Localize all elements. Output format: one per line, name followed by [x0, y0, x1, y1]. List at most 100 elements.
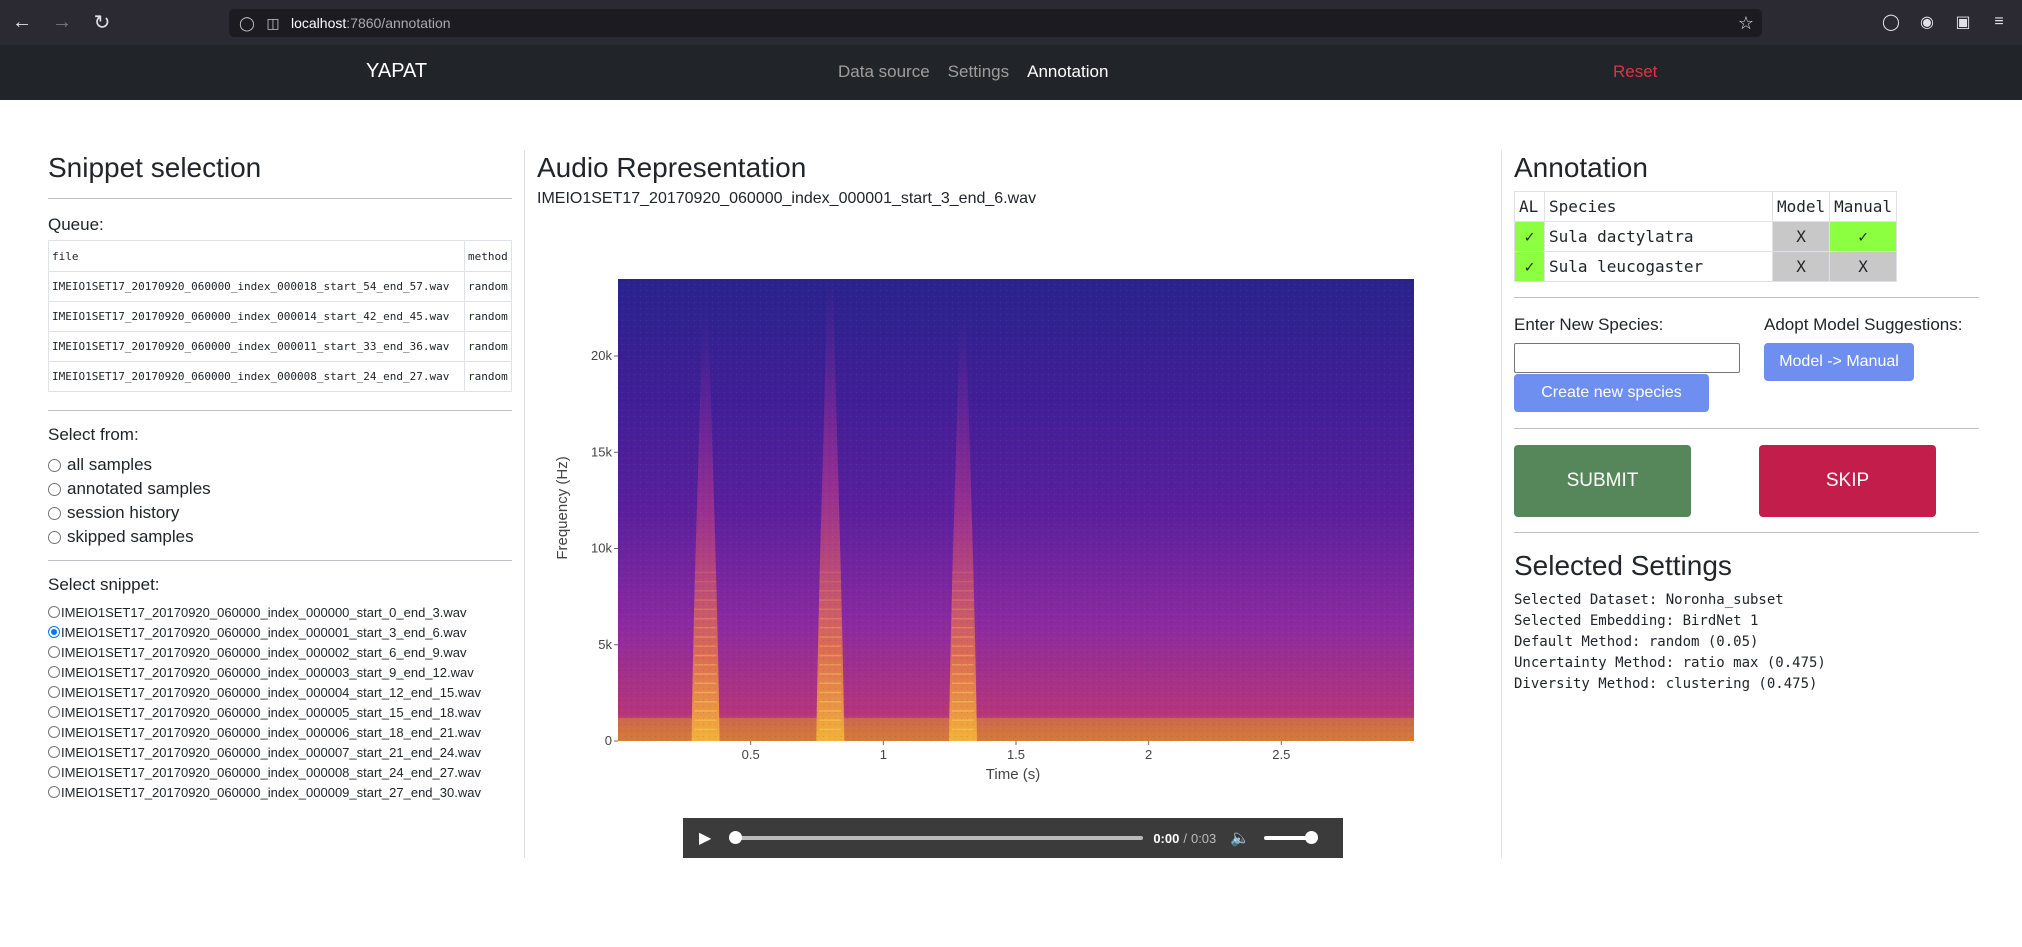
- queue-cell-file: IMEIO1SET17_20170920_060000_index_000011…: [48, 331, 465, 362]
- volume-slider[interactable]: [1264, 831, 1319, 844]
- settings-line: Default Method: random (0.05): [1514, 634, 1759, 650]
- snippet-selection-title: Snippet selection: [48, 152, 262, 183]
- snippet-option[interactable]: IMEIO1SET17_20170920_060000_index_000005…: [48, 702, 512, 722]
- selected-settings-title: Selected Settings: [1514, 550, 1732, 581]
- queue-cell-method: random: [464, 271, 512, 302]
- submit-button[interactable]: SUBMIT: [1514, 445, 1691, 517]
- select-from-label: Select from:: [48, 425, 139, 444]
- model-cell[interactable]: X: [1771, 251, 1831, 282]
- y-tick-label: 20k: [591, 348, 612, 363]
- volume-icon[interactable]: 🔈: [1230, 828, 1250, 848]
- play-icon[interactable]: ▶: [699, 828, 711, 848]
- species-table: AL Species Model Manual ✓ Sula dactylatra…: [1514, 191, 1897, 282]
- new-species-input[interactable]: [1514, 343, 1740, 373]
- col-species: Species: [1544, 191, 1773, 222]
- y-tick-label: 15k: [591, 444, 612, 459]
- radio-button[interactable]: [48, 506, 61, 520]
- radio-button[interactable]: [48, 482, 61, 496]
- divider: [48, 198, 512, 199]
- forward-icon[interactable]: →: [44, 5, 80, 41]
- select-from-option[interactable]: skipped samples: [48, 525, 512, 549]
- model-to-manual-button[interactable]: Model -> Manual: [1764, 343, 1914, 381]
- queue-row[interactable]: IMEIO1SET17_20170920_060000_index_000008…: [48, 361, 512, 392]
- snippet-option[interactable]: IMEIO1SET17_20170920_060000_index_000003…: [48, 662, 512, 682]
- queue-cell-file: IMEIO1SET17_20170920_060000_index_000014…: [48, 301, 465, 332]
- url-path: :7860/annotation: [346, 15, 451, 31]
- radio-button[interactable]: [48, 646, 60, 658]
- radio-button[interactable]: [48, 766, 60, 778]
- model-cell[interactable]: X: [1771, 221, 1831, 252]
- queue-row[interactable]: IMEIO1SET17_20170920_060000_index_000018…: [48, 271, 512, 302]
- radio-button[interactable]: [48, 606, 60, 618]
- snippet-option[interactable]: IMEIO1SET17_20170920_060000_index_000009…: [48, 782, 512, 802]
- y-tick-label: 0: [605, 733, 612, 748]
- snippet-option[interactable]: IMEIO1SET17_20170920_060000_index_000007…: [48, 742, 512, 762]
- y-axis-label: Frequency (Hz): [554, 456, 571, 559]
- settings-line: Diversity Method: clustering (0.475): [1514, 676, 1818, 692]
- queue-row[interactable]: IMEIO1SET17_20170920_060000_index_000011…: [48, 331, 512, 362]
- queue-row[interactable]: IMEIO1SET17_20170920_060000_index_000014…: [48, 301, 512, 332]
- divider: [1514, 428, 1979, 429]
- bookmark-star-icon[interactable]: ☆: [1738, 13, 1754, 34]
- select-from-option[interactable]: annotated samples: [48, 477, 512, 501]
- skip-button[interactable]: SKIP: [1759, 445, 1936, 517]
- spectrogram-chart[interactable]: 0.5 1 1.5 2 2.5 0 5k 10k 15k 20k Time (s) Frequen…: [537, 150, 1477, 810]
- page-info-icon[interactable]: ◫: [265, 15, 281, 31]
- account-icon[interactable]: ◉: [1914, 8, 1940, 36]
- radio-button[interactable]: [48, 726, 60, 738]
- radio-button[interactable]: [48, 626, 60, 638]
- radio-button[interactable]: [48, 530, 61, 544]
- create-species-button[interactable]: Create new species: [1514, 374, 1709, 412]
- species-row: ✓ Sula dactylatra X ✓: [1514, 221, 1897, 252]
- manual-cell[interactable]: ✓: [1829, 221, 1897, 252]
- audio-duration: 0:03: [1190, 830, 1217, 846]
- select-from-option[interactable]: session history: [48, 501, 512, 525]
- radio-button[interactable]: [48, 786, 60, 798]
- x-tick-label: 1.5: [1007, 747, 1025, 762]
- menu-icon[interactable]: ≡: [1986, 8, 2012, 36]
- radio-button[interactable]: [48, 666, 60, 678]
- audio-player[interactable]: ▶ 0:00 / 0:03 🔈: [683, 818, 1343, 858]
- back-icon[interactable]: ←: [4, 5, 40, 41]
- snippet-option-label: IMEIO1SET17_20170920_060000_index_000000…: [61, 604, 467, 620]
- app-navbar: YAPAT Data source Settings Annotation Rese…: [0, 45, 2022, 100]
- queue-cell-method: random: [464, 331, 512, 362]
- radio-button[interactable]: [48, 706, 60, 718]
- y-tick-label: 5k: [598, 637, 612, 652]
- audio-progress-track[interactable]: [729, 831, 1144, 844]
- shield-icon[interactable]: ◯: [239, 15, 255, 31]
- audio-time-separator: /: [1183, 830, 1187, 846]
- pocket-icon[interactable]: ◯: [1878, 8, 1904, 36]
- address-bar[interactable]: ◯ ◫ localhost:7860/annotation ☆: [229, 9, 1762, 37]
- extensions-icon[interactable]: ▣: [1950, 8, 1976, 36]
- select-from-option[interactable]: all samples: [48, 453, 512, 477]
- snippet-option[interactable]: IMEIO1SET17_20170920_060000_index_000000…: [48, 602, 512, 622]
- nav-link-settings[interactable]: Settings: [948, 62, 1009, 82]
- column-divider: [1501, 150, 1502, 858]
- snippet-option[interactable]: IMEIO1SET17_20170920_060000_index_000006…: [48, 722, 512, 742]
- radio-button[interactable]: [48, 458, 61, 472]
- snippet-option[interactable]: IMEIO1SET17_20170920_060000_index_000001…: [48, 622, 512, 642]
- reload-icon[interactable]: ↻: [84, 5, 120, 41]
- url-host: localhost: [291, 15, 347, 31]
- nav-links: Data source Settings Annotation: [838, 62, 1108, 82]
- snippet-option[interactable]: IMEIO1SET17_20170920_060000_index_000008…: [48, 762, 512, 782]
- nav-link-annotation[interactable]: Annotation: [1027, 62, 1108, 82]
- x-axis-label: Time (s): [986, 766, 1040, 783]
- brand-logo[interactable]: YAPAT: [366, 60, 427, 83]
- radio-button[interactable]: [48, 686, 60, 698]
- selected-settings-list: Selected Dataset: Noronha_subset Selected…: [1514, 590, 1826, 695]
- col-manual: Manual: [1829, 191, 1897, 222]
- radio-button[interactable]: [48, 746, 60, 758]
- annotation-panel: Annotation AL Species Model Manual ✓ Sula…: [1514, 150, 1979, 692]
- nav-link-data-source[interactable]: Data source: [838, 62, 930, 82]
- snippet-option-label: IMEIO1SET17_20170920_060000_index_000006…: [61, 724, 481, 740]
- volume-thumb[interactable]: [1305, 831, 1319, 844]
- snippet-option-label: IMEIO1SET17_20170920_060000_index_000005…: [61, 704, 481, 720]
- snippet-option[interactable]: IMEIO1SET17_20170920_060000_index_000004…: [48, 682, 512, 702]
- snippet-option[interactable]: IMEIO1SET17_20170920_060000_index_000002…: [48, 642, 512, 662]
- audio-progress-thumb[interactable]: [729, 831, 743, 844]
- reset-link[interactable]: Reset: [1613, 62, 1657, 82]
- manual-cell[interactable]: X: [1829, 251, 1897, 282]
- al-cell: ✓: [1514, 221, 1545, 252]
